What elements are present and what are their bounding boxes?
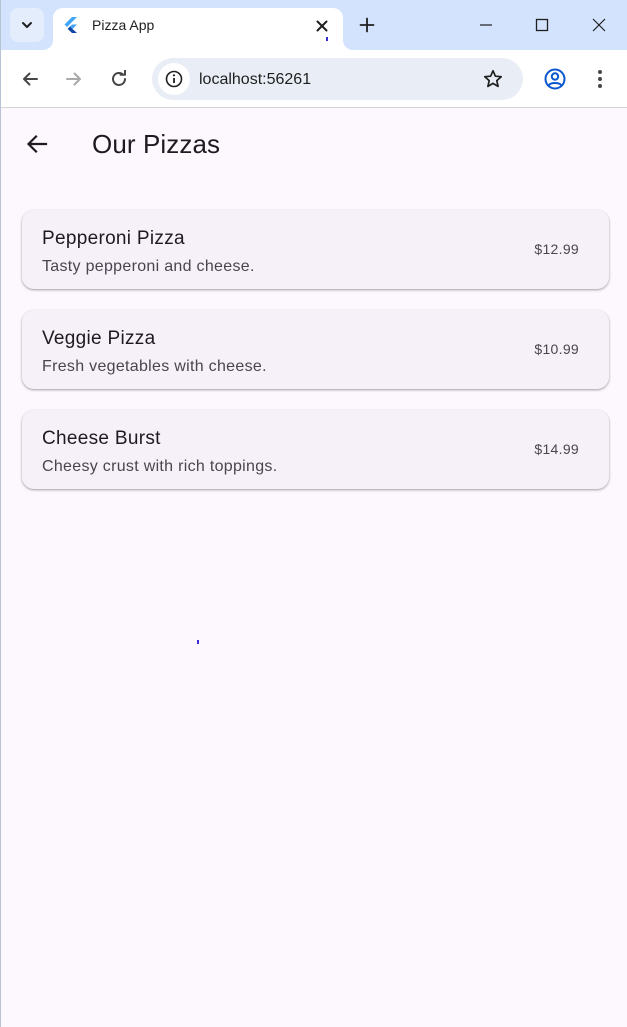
reload-button[interactable] <box>103 63 135 95</box>
pizza-price: $14.99 <box>534 441 579 457</box>
close-window-button[interactable] <box>571 0 627 50</box>
tab-strip: Pizza App <box>1 0 627 50</box>
address-bar[interactable]: localhost:56261 <box>152 58 523 100</box>
tab-title: Pizza App <box>92 17 155 33</box>
pizza-description: Fresh vegetables with cheese. <box>42 358 267 375</box>
bookmark-button[interactable] <box>480 66 506 92</box>
plus-icon <box>359 17 375 33</box>
cursor-artifact <box>326 37 328 41</box>
info-icon <box>165 70 183 88</box>
profile-button[interactable] <box>539 63 571 95</box>
back-button[interactable] <box>14 63 46 95</box>
cursor-artifact <box>197 640 199 644</box>
site-info-button[interactable] <box>158 63 190 95</box>
pizza-card[interactable]: Veggie Pizza Fresh vegetables with chees… <box>22 310 609 389</box>
app-back-button[interactable] <box>19 126 55 162</box>
minimize-icon <box>480 24 492 26</box>
pizza-description: Tasty pepperoni and cheese. <box>42 258 255 275</box>
pizza-name: Pepperoni Pizza <box>42 228 185 249</box>
minimize-button[interactable] <box>458 0 514 50</box>
back-icon <box>23 72 38 86</box>
tab-search-button[interactable] <box>10 8 44 42</box>
pizza-description: Cheesy crust with rich toppings. <box>42 458 278 475</box>
pizza-price: $10.99 <box>534 341 579 357</box>
address-url[interactable]: localhost:56261 <box>199 70 311 89</box>
forward-icon <box>66 72 81 86</box>
forward-button[interactable] <box>58 63 90 95</box>
app-bar: Our Pizzas <box>1 108 627 180</box>
kebab-menu-icon <box>598 70 602 88</box>
arrow-back-icon <box>26 134 48 154</box>
close-icon <box>316 20 328 32</box>
new-tab-button[interactable] <box>353 11 381 39</box>
tab-pizza-app[interactable]: Pizza App <box>53 8 343 50</box>
pizza-card[interactable]: Cheese Burst Cheesy crust with rich topp… <box>22 410 609 489</box>
chevron-down-icon <box>22 22 32 28</box>
maximize-button[interactable] <box>514 0 570 50</box>
close-icon <box>592 18 606 32</box>
pizza-card[interactable]: Pepperoni Pizza Tasty pepperoni and chee… <box>22 210 609 289</box>
browser-window: Pizza App localhost:56261 Our Pizzas Pep… <box>0 0 627 1027</box>
pizza-list: Pepperoni Pizza Tasty pepperoni and chee… <box>22 210 609 510</box>
flutter-icon <box>63 17 79 33</box>
reload-icon <box>112 70 126 86</box>
pizza-price: $12.99 <box>534 241 579 257</box>
browser-toolbar: localhost:56261 <box>1 50 627 108</box>
browser-menu-button[interactable] <box>584 63 616 95</box>
profile-icon <box>544 68 566 90</box>
pizza-name: Veggie Pizza <box>42 328 156 349</box>
pizza-name: Cheese Burst <box>42 428 161 449</box>
maximize-icon <box>535 18 549 32</box>
star-icon <box>483 69 503 88</box>
page-title: Our Pizzas <box>92 129 221 159</box>
close-tab-button[interactable] <box>311 15 333 37</box>
